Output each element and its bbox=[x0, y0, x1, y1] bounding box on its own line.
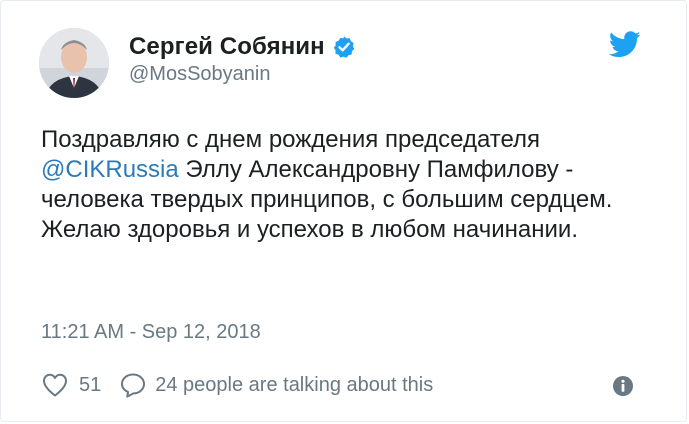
speech-bubble-icon bbox=[119, 371, 147, 399]
heart-icon[interactable] bbox=[41, 371, 69, 399]
tweet-timestamp[interactable]: 11:21 AM - Sep 12, 2018 bbox=[41, 321, 261, 344]
talking-text: 24 people are talking about this bbox=[155, 373, 434, 396]
tweet-text: Поздравляю с днем рождения председателя … bbox=[41, 125, 661, 245]
tweet-text-part: Поздравляю с днем рождения председателя bbox=[41, 126, 541, 153]
author-handle[interactable]: @MosSobyanin bbox=[129, 63, 270, 86]
twitter-bird-icon[interactable] bbox=[608, 31, 641, 58]
avatar[interactable] bbox=[39, 28, 109, 98]
talking-link[interactable]: 24 people are talking about this bbox=[119, 371, 433, 399]
tweet-actions: 51 24 people are talking about this bbox=[41, 370, 433, 400]
mention-link[interactable]: @CIKRussia bbox=[41, 156, 179, 183]
author-name-row[interactable]: Сергей Собянин bbox=[129, 32, 356, 62]
verified-badge-icon bbox=[332, 35, 356, 59]
info-icon[interactable] bbox=[612, 375, 634, 397]
avatar-portrait-icon bbox=[39, 28, 109, 98]
author-display-name[interactable]: Сергей Собянин bbox=[129, 33, 325, 61]
tweet-card: Сергей Собянин @MosSobyanin Поздравляю с… bbox=[0, 0, 687, 422]
like-count[interactable]: 51 bbox=[79, 374, 101, 397]
